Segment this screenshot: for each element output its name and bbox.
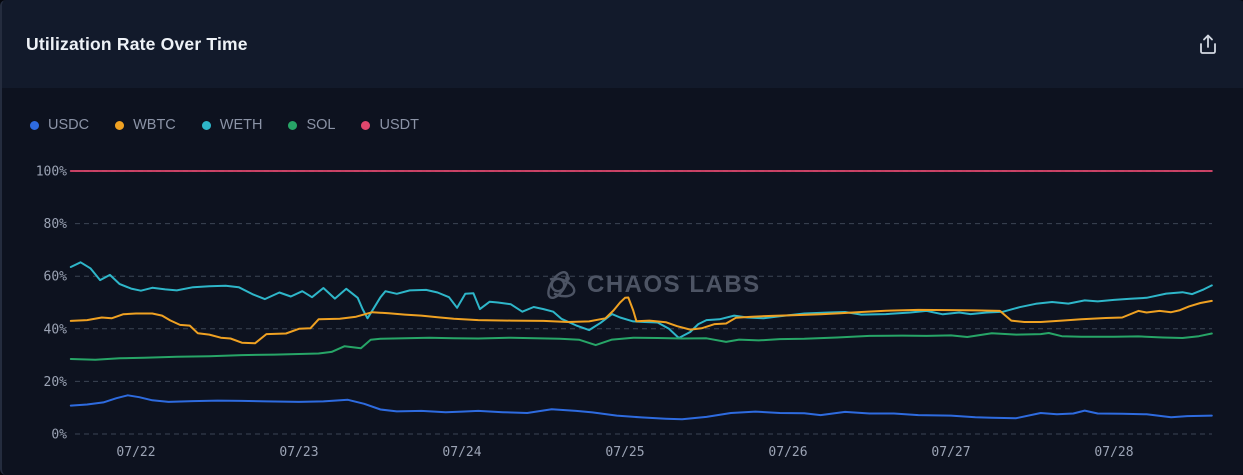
- y-tick-label: 20%: [44, 375, 68, 390]
- y-tick-label: 80%: [44, 217, 68, 232]
- y-tick-label: 40%: [44, 322, 68, 337]
- series-line-weth: [69, 261, 1213, 339]
- utilization-chart-card: Utilization Rate Over Time USDC WBTC WETH S…: [0, 0, 1243, 475]
- x-tick-label: 07/28: [1094, 445, 1133, 460]
- y-tick-label: 60%: [44, 270, 68, 285]
- y-tick-label: 100%: [36, 165, 67, 180]
- x-tick-label: 07/26: [768, 445, 807, 460]
- chart-canvas[interactable]: 0%20%40%60%80%100%07/22 07/23 07/24 07/25 07…: [2, 0, 1243, 475]
- series-line-usdc: [69, 394, 1213, 421]
- x-tick-label: 07/25: [605, 445, 644, 460]
- x-tick-label: 07/27: [931, 445, 970, 460]
- y-tick-label: 0%: [51, 428, 67, 443]
- x-tick-label: 07/22: [116, 445, 155, 460]
- series-line-sol: [69, 332, 1213, 361]
- x-tick-label: 07/24: [442, 445, 481, 460]
- x-axis-labels: 07/22 07/23 07/24 07/25 07/26 07/27 07/28: [116, 445, 1133, 460]
- y-axis-labels: 0% 20% 40% 60% 80% 100%: [36, 165, 67, 443]
- series-line-wbtc: [69, 296, 1213, 345]
- x-tick-label: 07/23: [279, 445, 318, 460]
